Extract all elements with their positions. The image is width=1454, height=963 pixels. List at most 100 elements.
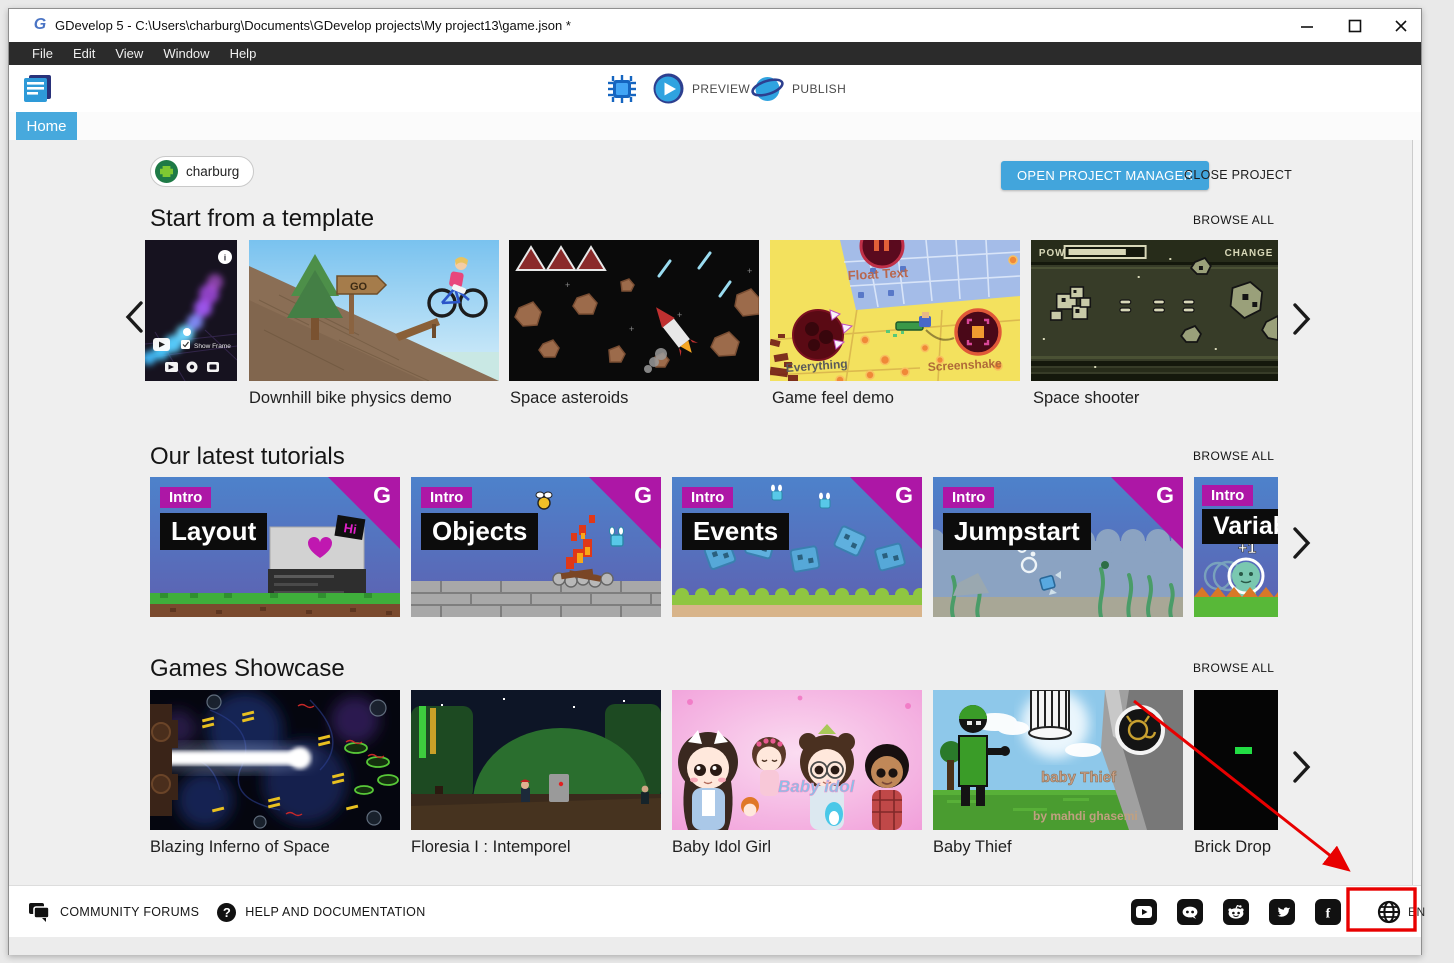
vertical-scrollbar[interactable] [1412, 140, 1421, 885]
float-text-label: Float Text [847, 265, 909, 283]
chat-icon [28, 902, 51, 922]
change-hud-label: CHANGE [1225, 248, 1274, 259]
showcase-card-brick-drop[interactable] [1194, 690, 1278, 830]
menu-edit[interactable]: Edit [63, 42, 105, 65]
showcase-card-baby-idol-girl[interactable]: Baby idol [672, 690, 922, 830]
tutorial-title: Objects [421, 513, 538, 550]
templates-right-arrow[interactable] [1288, 302, 1314, 336]
showcase-card-blazing-inferno[interactable] [150, 690, 400, 830]
facebook-glyph: f [1326, 907, 1331, 921]
tutorial-tag: Intro [943, 487, 994, 508]
tutorial-card-variables[interactable]: +1 Intro Variab [1194, 477, 1278, 617]
language-button[interactable]: EN [1377, 900, 1426, 924]
info-icon: i [224, 254, 226, 263]
go-sign-label: GO [350, 281, 368, 293]
footer: COMMUNITY FORUMS ? HELP AND DOCUMENTATIO… [9, 885, 1421, 937]
showcase-card-floresia[interactable] [411, 690, 661, 830]
help-documentation-label: HELP AND DOCUMENTATION [245, 905, 425, 919]
gdevelop-app-icon: G [31, 16, 49, 34]
template-caption[interactable]: Space shooter [1033, 389, 1139, 408]
template-card-partial[interactable]: i Show Frame [145, 240, 237, 381]
show-frame-checkbox-label: Show Frame [194, 343, 231, 350]
pow-hud-label: POW [1039, 248, 1066, 259]
community-forums-link[interactable]: COMMUNITY FORUMS [28, 902, 199, 922]
tutorial-title: Layout [160, 513, 267, 550]
globe-icon [1377, 900, 1401, 924]
showcase-right-arrow[interactable] [1288, 750, 1314, 784]
template-card-game-feel-demo[interactable]: Float Text Everything Screenshake [770, 240, 1020, 381]
showcase-caption[interactable]: Floresia I : Intemporel [411, 838, 571, 857]
tutorial-card-events[interactable]: Intro Events G [672, 477, 922, 617]
user-chip[interactable]: charburg [150, 156, 254, 187]
showcase-caption[interactable]: Baby Thief [933, 838, 1012, 857]
browse-all-tutorials[interactable]: BROWSE ALL [1193, 449, 1274, 463]
baby-thief-byline: by mahdi ghasemi [1033, 809, 1138, 823]
reddit-icon[interactable] [1223, 899, 1249, 925]
facebook-icon[interactable]: f [1315, 899, 1341, 925]
window-bottom-strip [9, 937, 1421, 955]
template-caption[interactable]: Downhill bike physics demo [249, 389, 452, 408]
tutorial-card-layout[interactable]: Hi Intro Layout G [150, 477, 400, 617]
title-bar: G GDevelop 5 - C:\Users\charburg\Documen… [9, 9, 1421, 42]
menu-view[interactable]: View [105, 42, 153, 65]
publish-button[interactable]: PUBLISH [751, 65, 846, 112]
tutorial-tag: Intro [682, 487, 733, 508]
section-title-templates: Start from a template [150, 205, 374, 233]
baby-idol-title-text: Baby idol [778, 777, 856, 796]
template-card-space-asteroids[interactable]: ++++ [509, 240, 759, 381]
close-project-button[interactable]: CLOSE PROJECT [1184, 161, 1292, 190]
tutorial-card-objects[interactable]: Intro Objects G [411, 477, 661, 617]
tutorial-title: Jumpstart [943, 513, 1091, 550]
toolbar: PREVIEW PUBLISH [9, 65, 1421, 112]
publish-label: PUBLISH [792, 82, 846, 96]
user-avatar [155, 160, 178, 183]
publish-planet-icon [751, 73, 784, 104]
open-project-manager-button[interactable]: OPEN PROJECT MANAGER [1001, 161, 1209, 190]
gdevelop-logo-icon: G [373, 482, 391, 509]
menu-window[interactable]: Window [153, 42, 219, 65]
tab-bar: Home [9, 112, 1421, 140]
showcase-caption[interactable]: Brick Drop [1194, 838, 1271, 857]
project-manager-button[interactable] [20, 65, 54, 112]
tutorial-title: Events [682, 513, 789, 550]
minimize-button[interactable] [1285, 9, 1329, 42]
template-card-space-shooter[interactable]: POW CHANGE [1031, 240, 1278, 381]
username: charburg [186, 164, 239, 179]
debugger-button[interactable] [605, 65, 639, 112]
community-forums-label: COMMUNITY FORUMS [60, 905, 199, 919]
tutorial-card-jumpstart[interactable]: Intro Jumpstart G [933, 477, 1183, 617]
section-title-showcase: Games Showcase [150, 655, 345, 683]
template-caption[interactable]: Game feel demo [772, 389, 894, 408]
preview-play-icon [653, 73, 684, 104]
template-caption[interactable]: Space asteroids [510, 389, 628, 408]
language-label: EN [1408, 905, 1426, 919]
tutorial-tag: Intro [160, 487, 211, 508]
tutorials-right-arrow[interactable] [1288, 526, 1314, 560]
youtube-icon[interactable] [1131, 899, 1157, 925]
tutorial-tag: Intro [1202, 485, 1253, 506]
close-button[interactable] [1379, 9, 1423, 42]
preview-button[interactable]: PREVIEW [653, 65, 750, 112]
section-title-tutorials: Our latest tutorials [150, 443, 345, 471]
browse-all-showcase[interactable]: BROWSE ALL [1193, 661, 1274, 675]
showcase-caption[interactable]: Baby Idol Girl [672, 838, 771, 857]
svg-text:+: + [747, 266, 752, 276]
menu-bar: File Edit View Window Help [9, 42, 1421, 65]
debugger-icon [605, 73, 639, 105]
twitter-icon[interactable] [1269, 899, 1295, 925]
maximize-button[interactable] [1333, 9, 1377, 42]
help-icon: ? [217, 903, 236, 922]
gdevelop-logo-icon: G [634, 482, 652, 509]
preview-label: PREVIEW [692, 82, 750, 96]
showcase-card-baby-thief[interactable]: baby Thief by mahdi ghasemi [933, 690, 1183, 830]
baby-thief-title-text: baby Thief [1041, 769, 1117, 786]
showcase-caption[interactable]: Blazing Inferno of Space [150, 838, 330, 857]
discord-icon[interactable] [1177, 899, 1203, 925]
help-documentation-link[interactable]: ? HELP AND DOCUMENTATION [217, 903, 425, 922]
tab-home[interactable]: Home [16, 112, 77, 140]
menu-file[interactable]: File [22, 42, 63, 65]
browse-all-templates[interactable]: BROWSE ALL [1193, 213, 1274, 227]
menu-help[interactable]: Help [220, 42, 267, 65]
window-title: GDevelop 5 - C:\Users\charburg\Documents… [55, 9, 571, 42]
template-card-downhill-bike[interactable]: GO [249, 240, 499, 381]
